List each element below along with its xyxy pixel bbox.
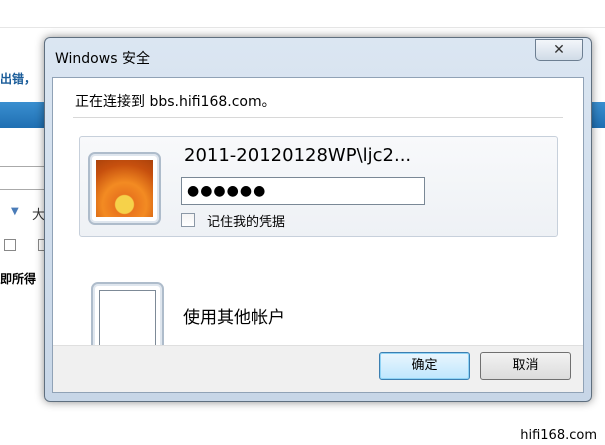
list-icon[interactable] [4,239,16,251]
credential-tile-selected[interactable]: 2011-20120128WP\ljc2... ●●●●●● 记住我的凭据 [79,136,558,237]
background-divider [0,27,605,28]
background-toolbar [4,237,50,253]
dialog-body: 正在连接到 bbs.hifi168.com。 2011-20120128WP\l… [52,77,584,393]
username-label: 2011-20120128WP\ljc2... [184,145,412,166]
blank-user-icon [99,290,156,347]
connecting-message: 正在连接到 bbs.hifi168.com。 [75,94,276,110]
watermark: hifi168.com [520,428,597,443]
remember-label: 记住我的凭据 [207,215,286,230]
windows-security-dialog: Windows 安全 ✕ 正在连接到 bbs.hifi168.com。 2011… [44,37,592,402]
ok-button[interactable]: 确定 [379,352,470,380]
user-avatar [88,152,161,225]
remember-checkbox[interactable] [181,213,195,227]
flower-picture-icon [96,160,153,217]
close-button[interactable]: ✕ [535,39,583,61]
password-input[interactable]: ●●●●●● [181,177,425,205]
chevron-down-icon[interactable]: ▼ [11,206,19,217]
dialog-title: Windows 安全 [55,51,150,67]
divider [73,117,563,118]
background-note: 即所得 [0,272,37,286]
background-banner-text: 出错， [0,72,37,86]
cancel-button[interactable]: 取消 [480,352,571,380]
other-account-label[interactable]: 使用其他帐户 [183,303,285,328]
button-bar: 确定 取消 [53,345,583,392]
close-icon: ✕ [553,42,565,58]
